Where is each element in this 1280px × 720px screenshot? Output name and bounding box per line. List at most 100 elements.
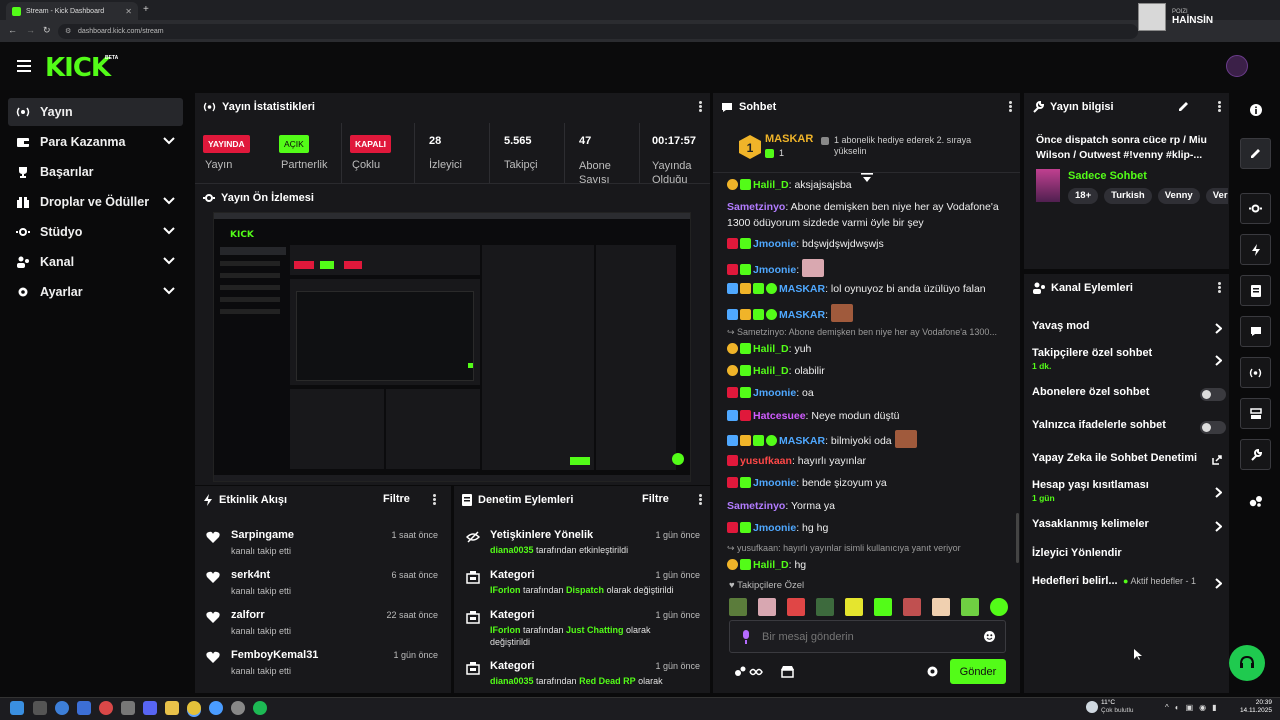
chat-message[interactable]: Jmoonie: hg hg xyxy=(727,520,1009,536)
edge-icon[interactable] xyxy=(55,701,69,715)
weather-widget[interactable]: 11°C Çok bulutlu xyxy=(1101,699,1134,715)
emote-icon[interactable] xyxy=(816,598,834,616)
chat-message[interactable]: Halil_D: aksjajsajsba xyxy=(727,177,1009,193)
hamburger-menu-icon[interactable] xyxy=(17,60,31,72)
emote-icon[interactable] xyxy=(758,598,776,616)
chat-message[interactable]: Sametzinyo: Abone demişken ben niye her … xyxy=(727,199,1009,231)
mod-action-item[interactable]: Kategori IForlon tarafından Just Chattin… xyxy=(454,606,700,656)
panel-menu-icon[interactable] xyxy=(699,494,702,505)
activity-item[interactable]: zalforr kanalı takip etti 22 saat önce xyxy=(195,606,450,646)
send-button[interactable]: Gönder xyxy=(950,659,1006,684)
banned-words-action[interactable]: Yasaklanmış kelimeler xyxy=(1032,518,1222,532)
rail-preview-button[interactable] xyxy=(1240,193,1271,224)
panel-menu-icon[interactable] xyxy=(1218,282,1221,293)
clock[interactable]: 20:39 14.11.2025 xyxy=(1238,699,1272,715)
rail-activity-button[interactable] xyxy=(1240,234,1271,265)
settings-icon[interactable] xyxy=(231,701,245,715)
emote-icon[interactable] xyxy=(729,598,747,616)
panel-menu-icon[interactable] xyxy=(1009,101,1012,112)
tag[interactable]: Venny xyxy=(1157,188,1200,204)
chat-message[interactable]: Halil_D: olabilir xyxy=(727,363,1009,379)
activity-item[interactable]: Sarpingame kanalı takip etti 1 saat önce xyxy=(195,526,450,566)
panel-menu-icon[interactable] xyxy=(433,494,436,505)
rail-edit-button[interactable] xyxy=(1240,138,1271,169)
emote-icon[interactable] xyxy=(903,598,921,616)
emote-only-action[interactable]: Yalnızca ifadelerle sohbet xyxy=(1032,419,1226,434)
store-icon[interactable] xyxy=(781,665,794,678)
chevron-down-icon[interactable] xyxy=(163,137,175,145)
rail-chat-button[interactable] xyxy=(1240,316,1271,347)
support-button[interactable] xyxy=(1229,645,1265,681)
app-icon[interactable] xyxy=(77,701,91,715)
rail-stats-button[interactable] xyxy=(1240,357,1271,388)
reload-icon[interactable]: ↻ xyxy=(43,25,51,36)
points-icon[interactable] xyxy=(1249,495,1263,507)
chat-message[interactable]: Jmoonie: bende şizoyum ya xyxy=(727,475,1009,491)
kick-logo[interactable]: KICK xyxy=(45,53,111,83)
chevron-down-icon[interactable] xyxy=(163,287,175,295)
rail-info-button[interactable] xyxy=(1240,439,1271,470)
chrome-icon[interactable] xyxy=(187,701,201,715)
app-icon[interactable] xyxy=(143,701,157,715)
stream-preview-video[interactable]: KICK xyxy=(213,212,691,482)
sidebar-item-para-kazanma[interactable]: Para Kazanma xyxy=(8,128,183,156)
subscribers-only-action[interactable]: Abonelere özel sohbet xyxy=(1032,386,1226,401)
chevron-down-icon[interactable] xyxy=(163,227,175,235)
chat-message[interactable]: Hatcesuee: Neye modun düştü xyxy=(727,408,1009,424)
search-icon[interactable] xyxy=(33,701,47,715)
chat-message[interactable]: MASKAR: bilmiyoki oda xyxy=(727,430,1009,449)
sidebar-item-studyo[interactable]: Stüdyo xyxy=(8,218,183,246)
subscribers-only-toggle[interactable] xyxy=(1200,388,1226,401)
activity-item[interactable]: serk4nt kanalı takip etti 6 saat önce xyxy=(195,566,450,606)
info-icon[interactable] xyxy=(1250,104,1262,116)
rail-mod-button[interactable] xyxy=(1240,275,1271,306)
points-icon[interactable] xyxy=(734,666,764,678)
emote-icon[interactable] xyxy=(990,598,1008,616)
windows-start-icon[interactable] xyxy=(10,701,24,715)
microphone-icon[interactable] xyxy=(742,630,750,644)
back-icon[interactable]: ← xyxy=(8,25,17,35)
panel-menu-icon[interactable] xyxy=(1218,101,1221,112)
emote-icon[interactable] xyxy=(961,598,979,616)
chevron-down-icon[interactable] xyxy=(163,197,175,205)
chat-message-input[interactable] xyxy=(762,627,972,647)
new-tab-icon[interactable]: + xyxy=(143,4,149,15)
sidebar-item-ayarlar[interactable]: Ayarlar xyxy=(8,278,183,306)
file-explorer-icon[interactable] xyxy=(165,701,179,715)
followers-only-action[interactable]: Takipçilere özel sohbet 1 dk. xyxy=(1032,347,1222,371)
sidebar-item-basarilar[interactable]: Başarılar xyxy=(8,158,183,186)
user-avatar[interactable] xyxy=(1226,55,1248,77)
app-icon[interactable] xyxy=(121,701,135,715)
tag[interactable]: Ver xyxy=(1205,188,1228,204)
chat-settings-icon[interactable] xyxy=(927,666,938,677)
spotify-icon[interactable] xyxy=(253,701,267,715)
activity-item[interactable]: FemboyKemal31 kanalı takip etti 1 gün ön… xyxy=(195,646,450,686)
site-info-icon[interactable]: ⚙ xyxy=(65,27,71,35)
sidebar-item-kanal[interactable]: Kanal xyxy=(8,248,183,276)
goals-action[interactable]: Hedefleri belirl... ● Aktif hedefler - 1 xyxy=(1032,575,1222,589)
chat-message[interactable]: Jmoonie: xyxy=(727,259,1009,278)
slow-mode-action[interactable]: Yavaş mod xyxy=(1032,320,1222,334)
ai-moderation-action[interactable]: Yapay Zeka ile Sohbet Denetimi xyxy=(1032,452,1222,465)
gift-leaderboard[interactable]: 1 MASKAR 1 1 abonelik hediye ederek 2. s… xyxy=(713,123,1020,173)
app-icon[interactable] xyxy=(209,701,223,715)
system-tray[interactable]: ^◐▣◉▮ xyxy=(1165,703,1223,712)
tag[interactable]: 18+ xyxy=(1068,188,1099,204)
browser-tab[interactable]: Stream - Kick Dashboard ✕ xyxy=(6,2,138,20)
emote-only-toggle[interactable] xyxy=(1200,421,1226,434)
chat-message[interactable]: MASKAR: xyxy=(727,304,1009,323)
chat-message[interactable]: yusufkaan: hayırlı yayınlar xyxy=(727,453,1009,469)
filter-button[interactable]: Filtre xyxy=(642,493,669,505)
mod-action-item[interactable]: Kategori diana0035 tarafından Red Dead R… xyxy=(454,657,700,693)
category-name[interactable]: Sadece Sohbet xyxy=(1068,170,1147,182)
emote-icon[interactable] xyxy=(932,598,950,616)
chat-message[interactable]: Jmoonie: oa xyxy=(727,385,1009,401)
close-tab-icon[interactable]: ✕ xyxy=(125,7,132,16)
panel-menu-icon[interactable] xyxy=(699,101,702,112)
chat-message[interactable]: Halil_D: yuh xyxy=(727,341,1009,357)
url-bar[interactable]: ⚙ dashboard.kick.com/stream xyxy=(58,24,1138,39)
account-age-action[interactable]: Hesap yaşı kısıtlaması 1 gün xyxy=(1032,479,1222,503)
sidebar-item-droplar[interactable]: Droplar ve Ödüller xyxy=(8,188,183,216)
chevron-down-icon[interactable] xyxy=(163,257,175,265)
rail-layout-button[interactable] xyxy=(1240,398,1271,429)
